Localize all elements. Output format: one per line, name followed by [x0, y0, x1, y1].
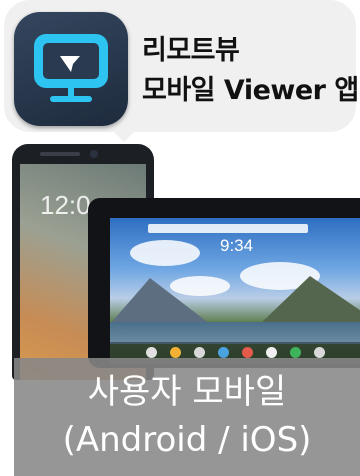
cloud [130, 240, 200, 266]
caption-title: 사용자 모바일 [87, 372, 287, 412]
dock-app-icon[interactable] [290, 347, 301, 358]
dock-app-icon[interactable] [170, 347, 181, 358]
bubble-tail [110, 128, 138, 142]
dock-app-icon[interactable] [242, 347, 253, 358]
phone-camera [90, 150, 98, 158]
lake [110, 322, 360, 344]
app-title: 리모트뷰 [142, 35, 240, 66]
dock-app-icon[interactable] [146, 347, 157, 358]
tablet-clock: 9:34 [220, 236, 254, 255]
caption-platforms: (Android / iOS) [62, 420, 312, 460]
mountain [260, 276, 360, 324]
dock-app-icon[interactable] [218, 347, 229, 358]
phone-clock: 12:0 [40, 190, 91, 220]
dock-app-icon[interactable] [194, 347, 205, 358]
tablet-search-bar[interactable] [148, 224, 308, 233]
dock-app-icon[interactable] [266, 347, 277, 358]
phone-speaker [40, 152, 80, 156]
mountain [110, 278, 210, 324]
dock-app-icon[interactable] [314, 347, 325, 358]
remote-monitor-icon[interactable] [14, 12, 128, 126]
app-subtitle: 모바일 Viewer 앱 [142, 75, 359, 106]
